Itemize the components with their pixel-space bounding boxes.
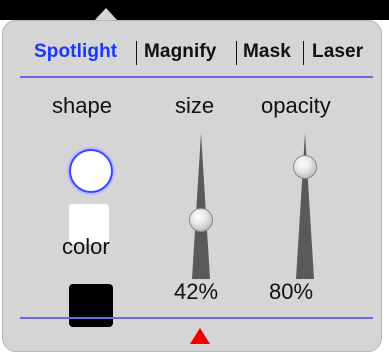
tab-magnify[interactable]: Magnify <box>144 35 216 69</box>
color-swatch[interactable] <box>69 284 113 327</box>
size-value: 42% <box>174 279 219 304</box>
tab-laser[interactable]: Laser <box>312 35 363 69</box>
size-slider[interactable] <box>188 131 214 281</box>
size-slider-track <box>192 133 210 279</box>
top-bar <box>0 0 389 20</box>
spotlight-popover: Spotlight Magnify Mask Laser shape size … <box>2 20 382 352</box>
shape-label: shape <box>52 93 112 118</box>
divider-bottom <box>20 317 373 319</box>
tab-mask[interactable]: Mask <box>243 35 291 69</box>
opacity-label: opacity <box>261 93 331 118</box>
tab-spotlight[interactable]: Spotlight <box>34 35 117 69</box>
tab-separator <box>303 41 304 65</box>
size-label: size <box>175 93 215 118</box>
tab-separator <box>136 41 137 65</box>
tab-separator <box>236 41 237 65</box>
opacity-value: 80% <box>269 279 314 304</box>
size-slider-knob[interactable] <box>189 208 213 233</box>
divider-top <box>20 76 373 78</box>
circle-shape-icon[interactable] <box>69 149 113 193</box>
opacity-slider-track <box>296 133 314 279</box>
opacity-slider[interactable] <box>292 131 318 281</box>
red-triangle-up-icon <box>190 328 210 344</box>
color-label: color <box>62 234 110 259</box>
tab-bar: Spotlight Magnify Mask Laser <box>3 35 381 69</box>
opacity-slider-knob[interactable] <box>293 155 317 179</box>
